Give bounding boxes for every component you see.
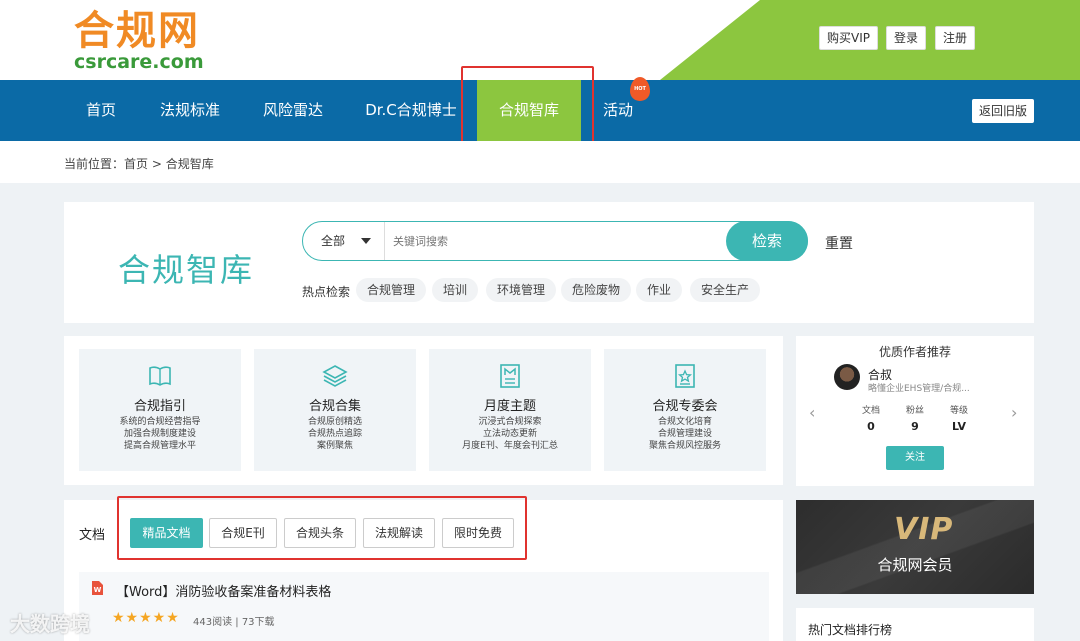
category-value: 全部 <box>321 234 346 248</box>
breadcrumb-separator: > <box>151 157 162 171</box>
feature-line: 聚焦合规风控服务 <box>648 441 721 451</box>
feature-line: 合规热点追踪 <box>307 429 362 439</box>
nav-regulations[interactable]: 法规标准 <box>150 80 230 141</box>
word-file-icon: W <box>92 581 103 595</box>
avatar[interactable] <box>834 364 860 390</box>
feature-title: 合规合集 <box>308 399 361 414</box>
hot-tag[interactable]: 作业 <box>636 278 683 302</box>
buy-vip-button[interactable]: 购买VIP <box>819 26 878 50</box>
hot-badge-label: HOT <box>634 86 646 92</box>
feature-card-committee[interactable]: 合规专委会 合规文化培育 合规管理建设 聚焦合规风控服务 <box>604 349 766 471</box>
hot-tag[interactable]: 环境管理 <box>486 278 557 302</box>
hot-tag[interactable]: 合规管理 <box>356 278 427 302</box>
feature-card-collection[interactable]: 合规合集 合规原创精选 合规热点追踪 案例聚焦 <box>254 349 416 471</box>
feature-line: 合规文化培育 <box>657 417 712 427</box>
layers-icon <box>322 365 348 387</box>
hot-badge: HOT <box>630 77 650 101</box>
nav-risk-radar[interactable]: 风险雷达 <box>252 80 334 141</box>
ranking-title: 热门文档排行榜 <box>808 623 893 637</box>
hot-search-label: 热点检索 <box>302 285 351 299</box>
search-input[interactable] <box>393 231 713 251</box>
stat-value: 0 <box>867 420 875 433</box>
stat-value: 9 <box>911 420 919 433</box>
feature-line: 立法动态更新 <box>482 429 537 439</box>
docs-label: 文档 <box>79 528 106 543</box>
star-rating: ★★★★★ <box>112 610 180 626</box>
register-button[interactable]: 注册 <box>935 26 976 50</box>
feature-title: 合规专委会 <box>652 399 718 414</box>
nav-dr-c[interactable]: Dr.C合规博士 <box>358 80 464 141</box>
feature-title: 合规指引 <box>133 399 186 414</box>
book-icon <box>149 366 171 386</box>
hot-tag[interactable]: 培训 <box>432 278 479 302</box>
stat-label: 粉丝 <box>905 406 924 416</box>
author-card-heading: 优质作者推荐 <box>878 345 951 359</box>
category-dropdown[interactable]: 全部 <box>303 222 385 260</box>
feature-title: 月度主题 <box>483 399 536 414</box>
star-badge-icon <box>675 364 695 388</box>
vip-text: 合规网会员 <box>877 556 953 574</box>
tabs-highlight-box <box>117 496 527 560</box>
site-logo[interactable]: 合规网 csrcare.com <box>74 8 204 72</box>
feature-line: 提高合规管理水平 <box>123 441 196 451</box>
doc-meta: 443阅读 | 73下载 <box>193 617 275 628</box>
reset-button[interactable]: 重置 <box>825 233 853 253</box>
search-button[interactable]: 检索 <box>726 221 808 261</box>
feature-line: 合规原创精选 <box>307 417 362 427</box>
page-title: 合规智库 <box>118 251 255 289</box>
stat-label: 文档 <box>861 406 880 416</box>
chevron-right-icon[interactable]: › <box>1011 403 1017 422</box>
feature-line: 加强合规制度建设 <box>123 429 196 439</box>
breadcrumb-home[interactable]: 首页 <box>124 157 148 171</box>
svg-text:W: W <box>94 586 102 594</box>
logo-chinese: 合规网 <box>74 8 200 54</box>
back-to-old-version-button[interactable]: 返回旧版 <box>972 99 1034 123</box>
feature-line: 沉浸式合规探索 <box>478 417 542 427</box>
logo-domain: csrcare.com <box>74 51 204 73</box>
watermark: 大数跨境 <box>10 612 90 636</box>
stat-value: LV <box>951 420 966 433</box>
feature-line: 月度E刊、年度会刊汇总 <box>462 441 558 451</box>
stat-label: 等级 <box>949 406 968 416</box>
vip-logo: VIP <box>894 512 954 547</box>
nav-highlight-box <box>461 66 594 152</box>
breadcrumb-label: 当前位置： <box>64 157 125 171</box>
hot-tag[interactable]: 安全生产 <box>690 278 761 302</box>
document-m-icon <box>500 364 520 388</box>
breadcrumb-current: 合规智库 <box>165 157 214 171</box>
doc-title[interactable]: 【Word】消防验收备案准备材料表格 <box>116 581 331 600</box>
feature-line: 案例聚焦 <box>316 441 353 451</box>
follow-button[interactable]: 关注 <box>886 446 944 470</box>
author-description: 略懂企业EHS管理/合规... <box>868 384 970 394</box>
chevron-left-icon[interactable]: ‹ <box>809 403 815 422</box>
caret-down-icon <box>361 238 371 244</box>
login-button[interactable]: 登录 <box>886 26 927 50</box>
feature-line: 系统的合规经营指导 <box>119 417 201 427</box>
feature-card-monthly[interactable]: 月度主题 沉浸式合规探索 立法动态更新 月度E刊、年度会刊汇总 <box>429 349 591 471</box>
feature-card-guide[interactable]: 合规指引 系统的合规经营指导 加强合规制度建设 提高合规管理水平 <box>79 349 241 471</box>
feature-line: 合规管理建设 <box>657 429 712 439</box>
nav-home[interactable]: 首页 <box>72 80 130 141</box>
breadcrumb: 当前位置：首页 > 合规智库 <box>64 155 214 172</box>
hot-tag[interactable]: 危险废物 <box>561 278 632 302</box>
